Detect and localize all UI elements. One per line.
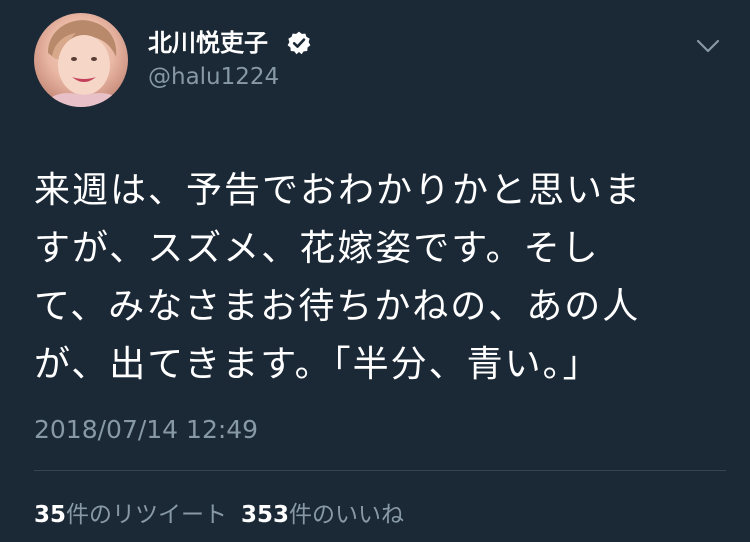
- user-handle[interactable]: @halu1224: [148, 63, 279, 91]
- user-avatar[interactable]: [34, 13, 128, 107]
- tweet-timestamp[interactable]: 2018/07/14 12:49: [34, 414, 258, 446]
- chevron-down-icon[interactable]: [692, 34, 724, 58]
- verified-badge-icon: [287, 31, 311, 55]
- like-stat[interactable]: 353件のいいね: [241, 502, 404, 528]
- avatar-image: [44, 20, 124, 107]
- tweet-stats: 35件のリツイート 353件のいいね: [34, 500, 404, 530]
- tweet-text: 来週は、予告でおわかりかと思いま すが、スズメ、花嫁姿です。そし て、みなさまお…: [34, 162, 724, 394]
- like-count: 353: [241, 502, 290, 528]
- display-name[interactable]: 北川悦吏子: [148, 28, 268, 58]
- tweet-text-line: すが、スズメ、花嫁姿です。そし: [34, 228, 600, 269]
- retweet-label: 件のリツイート: [66, 502, 228, 528]
- tweet-text-line: が、出てきます。「半分、青い。」: [34, 344, 601, 385]
- retweet-stat[interactable]: 35件のリツイート: [34, 502, 227, 528]
- tweet-text-line: て、みなさまお待ちかねの、あの人: [34, 286, 641, 327]
- tweet-text-line: 来週は、予告でおわかりかと思いま: [34, 170, 643, 211]
- retweet-count: 35: [34, 502, 67, 528]
- like-label: 件のいいね: [289, 502, 405, 528]
- divider: [34, 470, 726, 471]
